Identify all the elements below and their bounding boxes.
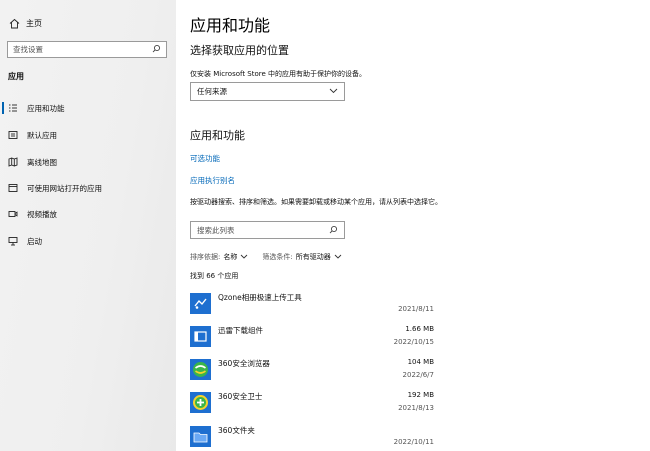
app-name: 360安全卫士	[218, 392, 263, 401]
sidebar-item-offline-maps[interactable]: 离线地图	[0, 153, 176, 171]
sidebar-item-startup[interactable]: 启动	[0, 232, 176, 250]
app-name: 迅雷下载组件	[218, 326, 263, 335]
app-size: 1.66 MB	[405, 325, 434, 333]
filter-dropdown[interactable]: 筛选条件: 所有驱动器	[262, 252, 342, 262]
map-icon	[8, 157, 18, 167]
list-item[interactable]: 360安全浏览器 104 MB 2022/6/7	[190, 357, 434, 387]
home-icon	[8, 17, 20, 29]
startup-icon	[8, 236, 18, 246]
settings-search-input[interactable]: 查找设置	[7, 41, 167, 58]
app-source-value: 任何来源	[197, 87, 227, 96]
chevron-down-icon	[329, 87, 338, 96]
360-browser-icon	[190, 359, 211, 380]
main-content: 应用和功能 选择获取应用的位置 仅安装 Microsoft Store 中的应用…	[176, 0, 650, 451]
thunder-component-icon	[190, 326, 211, 347]
app-date: 2021/8/11	[398, 305, 434, 313]
sort-value: 名称	[223, 253, 238, 261]
page-title: 应用和功能	[190, 16, 271, 35]
default-apps-icon	[8, 130, 18, 140]
app-list-search-input[interactable]: 搜索此列表	[190, 221, 345, 239]
search-icon	[329, 225, 338, 236]
sidebar-item-label: 默认应用	[27, 130, 57, 140]
app-size: 192 MB	[407, 391, 434, 399]
home-label: 主页	[26, 18, 42, 28]
sidebar-item-label: 离线地图	[27, 157, 57, 167]
install-location-description: 仅安装 Microsoft Store 中的应用有助于保护你的设备。	[190, 70, 367, 78]
list-icon	[8, 103, 18, 113]
app-count: 找到 66 个应用	[190, 272, 239, 280]
filter-value: 所有驱动器	[295, 253, 331, 261]
app-size: 104 MB	[407, 358, 434, 366]
360-safe-icon	[190, 392, 211, 413]
search-icon	[152, 44, 161, 55]
sidebar-item-label: 可使用网站打开的应用	[27, 183, 102, 193]
chevron-down-icon	[334, 253, 342, 261]
home-nav-item[interactable]: 主页	[8, 17, 42, 29]
app-date: 2021/8/13	[398, 404, 434, 412]
apps-features-heading: 应用和功能	[190, 129, 245, 142]
sidebar-item-apps-features[interactable]: 应用和功能	[0, 99, 176, 117]
sidebar-item-default-apps[interactable]: 默认应用	[0, 126, 176, 144]
list-item[interactable]: 360安全卫士 192 MB 2021/8/13	[190, 390, 434, 420]
list-item[interactable]: 360文件夹 2022/10/11	[190, 424, 434, 451]
settings-sidebar: 主页 查找设置 应用 应用和功能 默认应用 离线地图 可使用网站打开的应用 视频…	[0, 0, 176, 451]
sidebar-item-label: 应用和功能	[27, 103, 65, 113]
sidebar-item-label: 视频播放	[27, 209, 57, 219]
list-item[interactable]: 迅雷下载组件 1.66 MB 2022/10/15	[190, 324, 434, 354]
app-date: 2022/10/15	[393, 338, 434, 346]
sidebar-section-title: 应用	[8, 72, 24, 81]
filter-label: 筛选条件:	[262, 253, 293, 261]
app-source-dropdown[interactable]: 任何来源	[190, 82, 345, 101]
app-search-placeholder: 搜索此列表	[197, 225, 235, 235]
app-name: 360文件夹	[218, 426, 255, 435]
sidebar-item-label: 启动	[27, 236, 42, 246]
optional-features-link[interactable]: 可选功能	[190, 153, 220, 164]
sort-dropdown[interactable]: 排序依据: 名称	[190, 252, 248, 262]
360-folder-icon	[190, 426, 211, 447]
app-name: 360安全浏览器	[218, 359, 270, 368]
app-date: 2022/6/7	[402, 371, 434, 379]
sidebar-item-video-playback[interactable]: 视频播放	[0, 205, 176, 223]
sidebar-item-web-apps[interactable]: 可使用网站打开的应用	[0, 179, 176, 197]
filter-description: 按驱动器搜索、排序和筛选。如果需要卸载或移动某个应用，请从列表中选择它。	[190, 198, 442, 206]
video-icon	[8, 209, 18, 219]
list-item[interactable]: Qzone相册极速上传工具 2021/8/11	[190, 291, 434, 321]
install-location-heading: 选择获取应用的位置	[190, 44, 289, 57]
web-apps-icon	[8, 183, 18, 193]
settings-search-placeholder: 查找设置	[13, 45, 43, 54]
sort-label: 排序依据:	[190, 253, 221, 261]
chevron-down-icon	[240, 253, 248, 261]
app-name: Qzone相册极速上传工具	[218, 293, 302, 302]
app-execution-aliases-link[interactable]: 应用执行别名	[190, 175, 235, 186]
sort-filter-row: 排序依据: 名称 筛选条件: 所有驱动器	[190, 252, 342, 262]
qzone-upload-icon	[190, 293, 211, 314]
app-date: 2022/10/11	[393, 438, 434, 446]
